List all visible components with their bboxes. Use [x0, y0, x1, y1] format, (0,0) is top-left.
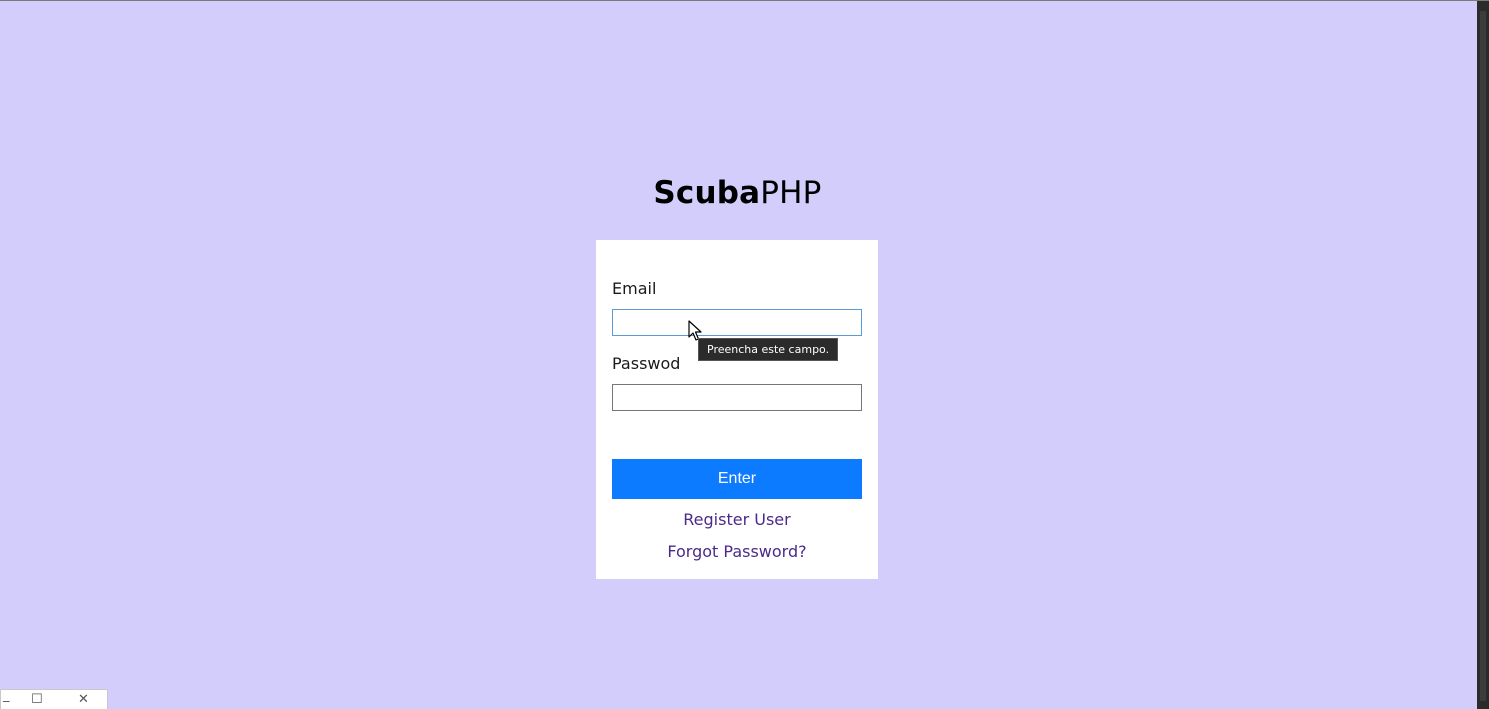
maximize-icon[interactable]: ☐	[31, 692, 43, 707]
window-controls: _ ☐ ✕	[0, 688, 108, 709]
page: ScubaPHP Email Passwod Preencha este cam…	[0, 0, 1489, 709]
email-field[interactable]	[612, 309, 862, 336]
logo-bold-text: Scuba	[653, 175, 761, 211]
app-logo: ScubaPHP	[0, 175, 1475, 211]
password-field[interactable]	[612, 384, 862, 411]
close-icon[interactable]: ✕	[78, 692, 89, 707]
logo-light-text: PHP	[760, 175, 822, 211]
minimize-icon[interactable]: _	[3, 688, 10, 703]
vertical-scrollbar[interactable]	[1477, 1, 1489, 709]
login-card: Email Passwod Preencha este campo. Enter…	[596, 240, 878, 579]
register-user-link[interactable]: Register User	[596, 510, 878, 529]
email-label: Email	[612, 279, 657, 298]
enter-button[interactable]: Enter	[612, 459, 862, 499]
password-label: Passwod	[612, 354, 681, 373]
validation-tooltip: Preencha este campo.	[698, 338, 839, 361]
scrollbar-thumb[interactable]	[1480, 11, 1486, 701]
forgot-password-link[interactable]: Forgot Password?	[596, 542, 878, 561]
